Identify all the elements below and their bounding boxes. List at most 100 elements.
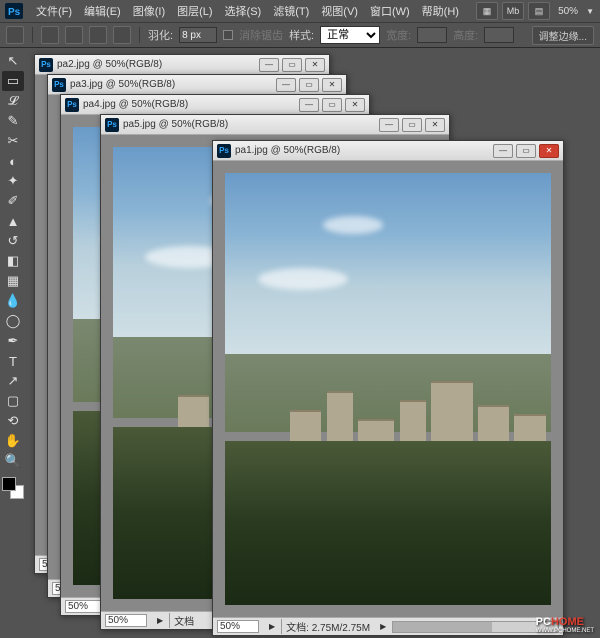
document-title: pa5.jpg @ 50%(RGB/8) bbox=[123, 119, 379, 130]
document-title: pa1.jpg @ 50%(RGB/8) bbox=[235, 145, 493, 156]
eyedropper-tool[interactable]: ◐ bbox=[2, 151, 24, 171]
zoom-dropdown-icon[interactable]: ▼ bbox=[586, 7, 594, 16]
document-titlebar[interactable]: Ps pa2.jpg @ 50%(RGB/8) — ▭ ✕ bbox=[35, 55, 329, 75]
minimize-button[interactable]: — bbox=[259, 58, 279, 72]
zoom-field[interactable]: 50% bbox=[105, 614, 147, 627]
close-button[interactable]: ✕ bbox=[322, 78, 342, 92]
image-content bbox=[225, 173, 551, 605]
maximize-button[interactable]: ▭ bbox=[516, 144, 536, 158]
doc-icon: Ps bbox=[105, 118, 119, 132]
menu-item[interactable]: 图像(I) bbox=[127, 1, 171, 21]
dodge-tool[interactable]: ◯ bbox=[2, 311, 24, 331]
minimize-button[interactable]: — bbox=[276, 78, 296, 92]
menu-item[interactable]: 窗口(W) bbox=[364, 1, 416, 21]
document-title: pa3.jpg @ 50%(RGB/8) bbox=[70, 79, 276, 90]
workspace: Ps pa2.jpg @ 50%(RGB/8) — ▭ ✕ bbox=[28, 48, 600, 638]
doc-icon: Ps bbox=[39, 58, 53, 72]
document-title: pa2.jpg @ 50%(RGB/8) bbox=[57, 59, 259, 70]
options-bar: 羽化: 消除锯齿 样式: 正常 宽度: 高度: 调整边缘... bbox=[0, 22, 600, 48]
lasso-tool[interactable]: 𝓛 bbox=[2, 91, 24, 111]
menu-item[interactable]: 选择(S) bbox=[219, 1, 268, 21]
feather-input[interactable] bbox=[179, 27, 217, 43]
watermark: PCHOME WWW.PCHOME.NET bbox=[536, 616, 594, 634]
maximize-button[interactable]: ▭ bbox=[299, 78, 319, 92]
refine-edge-button[interactable]: 调整边缘... bbox=[532, 26, 594, 45]
blur-tool[interactable]: 💧 bbox=[2, 291, 24, 311]
crop-tool[interactable]: ✂ bbox=[2, 131, 24, 151]
doc-info[interactable]: 文档 bbox=[169, 613, 194, 628]
maximize-button[interactable]: ▭ bbox=[402, 118, 422, 132]
workspace-switcher-button[interactable]: ▦ bbox=[476, 2, 498, 20]
svg-text:Ps: Ps bbox=[8, 7, 21, 18]
minimize-button[interactable]: — bbox=[379, 118, 399, 132]
add-selection-icon[interactable] bbox=[65, 26, 83, 44]
zoom-tool[interactable]: 🔍 bbox=[2, 451, 24, 471]
maximize-button[interactable]: ▭ bbox=[322, 98, 342, 112]
type-tool[interactable]: T bbox=[2, 351, 24, 371]
zoom-menu-icon[interactable]: ▶ bbox=[269, 622, 275, 631]
minimize-button[interactable]: — bbox=[299, 98, 319, 112]
h-scrollbar[interactable] bbox=[392, 621, 559, 633]
3d-tool[interactable]: ⟲ bbox=[2, 411, 24, 431]
document-titlebar[interactable]: Ps pa4.jpg @ 50%(RGB/8) — ▭ ✕ bbox=[61, 95, 369, 115]
menu-item[interactable]: 视图(V) bbox=[315, 1, 364, 21]
stamp-tool[interactable]: ▲ bbox=[2, 211, 24, 231]
foreground-color-swatch[interactable] bbox=[2, 477, 16, 491]
color-swatches[interactable] bbox=[2, 477, 24, 499]
height-label: 高度: bbox=[453, 27, 478, 43]
doc-icon: Ps bbox=[52, 78, 66, 92]
menu-item[interactable]: 编辑(E) bbox=[78, 1, 127, 21]
screen-mode-button[interactable]: Mb bbox=[502, 2, 524, 20]
new-selection-icon[interactable] bbox=[41, 26, 59, 44]
pen-tool[interactable]: ✒ bbox=[2, 331, 24, 351]
doc-info[interactable]: 文档: 2.75M/2.75M bbox=[281, 619, 370, 634]
style-select[interactable]: 正常 bbox=[320, 26, 380, 44]
minimize-button[interactable]: — bbox=[493, 144, 513, 158]
marquee-tool[interactable]: ▭ bbox=[2, 71, 24, 91]
style-label: 样式: bbox=[289, 27, 314, 43]
history-brush-tool[interactable]: ↺ bbox=[2, 231, 24, 251]
menu-item[interactable]: 滤镜(T) bbox=[267, 1, 315, 21]
document-titlebar[interactable]: Ps pa3.jpg @ 50%(RGB/8) — ▭ ✕ bbox=[48, 75, 346, 95]
doc-icon: Ps bbox=[217, 144, 231, 158]
doc-icon: Ps bbox=[65, 98, 79, 112]
arrange-docs-button[interactable]: ▤ bbox=[528, 2, 550, 20]
info-menu-icon[interactable]: ▶ bbox=[380, 622, 386, 631]
document-titlebar[interactable]: Ps pa5.jpg @ 50%(RGB/8) — ▭ ✕ bbox=[101, 115, 449, 135]
quick-select-tool[interactable]: ✎ bbox=[2, 111, 24, 131]
zoom-field[interactable]: 50% bbox=[217, 620, 259, 633]
status-bar: 50% ▶ 文档: 2.75M/2.75M ▶ bbox=[213, 617, 563, 635]
anti-alias-checkbox[interactable] bbox=[223, 30, 233, 40]
eraser-tool[interactable]: ◧ bbox=[2, 251, 24, 271]
top-right-controls: ▦ Mb ▤ 50% ▼ bbox=[476, 2, 594, 20]
document-title: pa4.jpg @ 50%(RGB/8) bbox=[83, 99, 299, 110]
height-input bbox=[484, 27, 514, 43]
feather-label: 羽化: bbox=[148, 27, 173, 43]
canvas[interactable] bbox=[213, 161, 563, 617]
width-label: 宽度: bbox=[386, 27, 411, 43]
document-window[interactable]: Ps pa1.jpg @ 50%(RGB/8) — ▭ ✕ bbox=[212, 140, 564, 636]
document-titlebar[interactable]: Ps pa1.jpg @ 50%(RGB/8) — ▭ ✕ bbox=[213, 141, 563, 161]
width-input bbox=[417, 27, 447, 43]
gradient-tool[interactable]: ▦ bbox=[2, 271, 24, 291]
menu-item[interactable]: 文件(F) bbox=[30, 1, 78, 21]
menu-item[interactable]: 帮助(H) bbox=[416, 1, 465, 21]
subtract-selection-icon[interactable] bbox=[89, 26, 107, 44]
zoom-display[interactable]: 50% bbox=[558, 6, 578, 17]
close-button[interactable]: ✕ bbox=[305, 58, 325, 72]
close-button[interactable]: ✕ bbox=[345, 98, 365, 112]
menu-item[interactable]: 图层(L) bbox=[171, 1, 218, 21]
hand-tool[interactable]: ✋ bbox=[2, 431, 24, 451]
close-button[interactable]: ✕ bbox=[539, 144, 559, 158]
tool-preset-icon[interactable] bbox=[6, 26, 24, 44]
maximize-button[interactable]: ▭ bbox=[282, 58, 302, 72]
path-select-tool[interactable]: ↗ bbox=[2, 371, 24, 391]
healing-tool[interactable]: ✦ bbox=[2, 171, 24, 191]
close-button[interactable]: ✕ bbox=[425, 118, 445, 132]
move-tool[interactable]: ↖ bbox=[2, 51, 24, 71]
toolbox: ↖▭𝓛✎✂◐✦✐▲↺◧▦💧◯✒T↗▢⟲✋🔍 bbox=[0, 48, 28, 502]
shape-tool[interactable]: ▢ bbox=[2, 391, 24, 411]
zoom-menu-icon[interactable]: ▶ bbox=[157, 616, 163, 625]
intersect-selection-icon[interactable] bbox=[113, 26, 131, 44]
brush-tool[interactable]: ✐ bbox=[2, 191, 24, 211]
